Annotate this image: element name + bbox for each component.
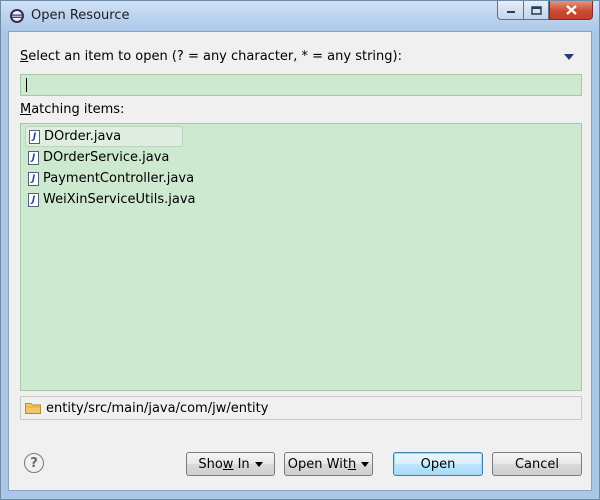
chevron-down-icon <box>254 461 263 467</box>
window-title: Open Resource <box>31 8 130 23</box>
resource-location-bar: entity/src/main/java/com/jw/entity <box>20 396 582 420</box>
chevron-down-icon <box>361 461 370 467</box>
window-controls <box>497 1 593 21</box>
list-item-label: DOrder.java <box>44 129 122 144</box>
eclipse-app-icon <box>10 9 24 23</box>
open-with-button[interactable]: Open With <box>284 452 373 476</box>
maximize-icon <box>530 5 542 15</box>
close-button[interactable] <box>549 1 593 20</box>
help-icon[interactable]: ? <box>24 453 44 473</box>
java-file-icon: J <box>28 192 39 207</box>
maximize-button[interactable] <box>523 1 549 20</box>
resource-path: entity/src/main/java/com/jw/entity <box>46 400 269 416</box>
show-in-label-prefix: Sho <box>198 456 223 472</box>
list-item[interactable]: J DOrder.java <box>25 126 183 147</box>
matching-items-label: Matching items: <box>20 102 124 117</box>
show-in-label: Show In <box>198 457 249 472</box>
text-cursor <box>26 78 27 92</box>
java-file-icon: J <box>28 171 39 186</box>
dialog-body: Select an item to open (? = any characte… <box>8 31 592 491</box>
open-resource-dialog: Open Resource Select an item to open (? … <box>0 0 600 500</box>
java-file-icon: J <box>29 129 40 144</box>
java-file-icon: J <box>28 150 39 165</box>
matching-items-list[interactable]: J DOrder.java J DOrderService.java J Pay… <box>20 123 582 391</box>
minimize-button[interactable] <box>497 1 523 20</box>
list-item-label: WeiXinServiceUtils.java <box>43 192 196 207</box>
search-prompt-label: Select an item to open (? = any characte… <box>20 49 402 64</box>
list-item[interactable]: J DOrderService.java <box>25 147 175 168</box>
folder-icon <box>25 403 41 414</box>
prompt-text: elect an item to open (? = any character… <box>28 49 402 64</box>
open-with-label: Open With <box>288 457 356 472</box>
list-item-label: PaymentController.java <box>43 171 195 186</box>
history-dropdown-arrow-icon[interactable] <box>564 54 574 60</box>
resource-search-input[interactable] <box>20 74 582 96</box>
open-button[interactable]: Open <box>393 452 483 476</box>
show-in-button[interactable]: Show In <box>186 452 275 476</box>
cancel-button[interactable]: Cancel <box>492 452 582 476</box>
matching-mnemonic: M <box>20 102 32 117</box>
list-item[interactable]: J PaymentController.java <box>25 168 200 189</box>
title-bar[interactable]: Open Resource <box>1 1 599 31</box>
matching-text: atching items: <box>31 102 125 117</box>
close-icon <box>565 5 577 15</box>
open-with-label-prefix: Open Wit <box>287 456 348 472</box>
show-in-label-suffix: In <box>233 456 250 472</box>
show-in-mnemonic: w <box>222 456 234 472</box>
list-item[interactable]: J WeiXinServiceUtils.java <box>25 189 201 210</box>
list-item-label: DOrderService.java <box>43 150 170 165</box>
minimize-icon <box>506 11 515 13</box>
open-with-mnemonic: h <box>347 456 357 472</box>
